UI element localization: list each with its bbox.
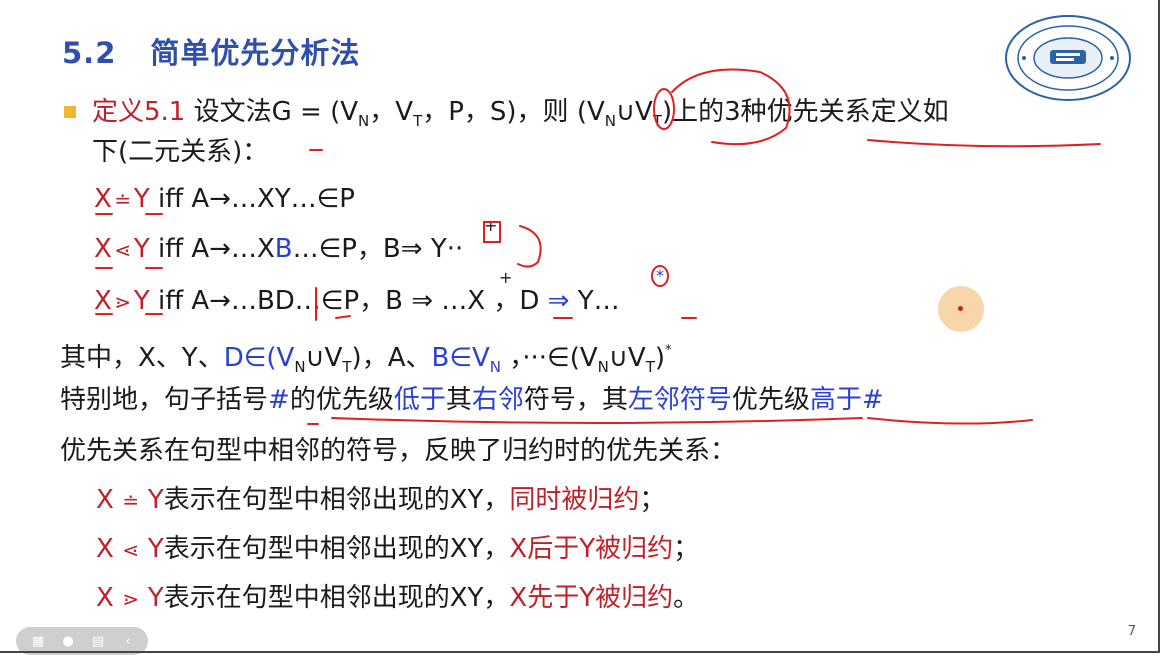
grid-icon[interactable]: ▦ xyxy=(28,632,48,650)
annotation-star-circle xyxy=(651,265,669,287)
annotation-d-mark xyxy=(335,315,351,319)
pen-annotations xyxy=(95,68,1101,425)
annotation-special-underline-2 xyxy=(867,417,1033,425)
annotation-y-paren xyxy=(517,225,542,268)
annotation-underline-definition xyxy=(867,139,1101,148)
chevron-left-icon[interactable]: ‹ xyxy=(118,632,138,650)
annotation-circle-vn-vt xyxy=(671,68,791,146)
slide: 5.2 简单优先分析法 定义5.1 设文法G = (VN，VT，P，S)，则 (V… xyxy=(0,0,1160,655)
page-number: 7 xyxy=(1127,624,1136,639)
pen-icon[interactable]: ● xyxy=(58,632,78,650)
menu-icon[interactable]: ▤ xyxy=(88,632,108,650)
presentation-toolbar[interactable]: ▦ ● ▤ ‹ xyxy=(16,627,148,655)
annotation-plus-box xyxy=(483,221,501,243)
annotation-special-underline xyxy=(331,417,863,424)
annotation-paren-left xyxy=(653,88,675,130)
laser-pointer-dot xyxy=(958,306,963,311)
